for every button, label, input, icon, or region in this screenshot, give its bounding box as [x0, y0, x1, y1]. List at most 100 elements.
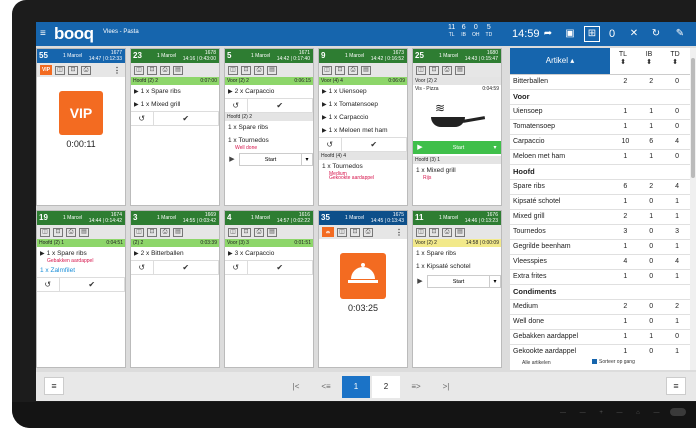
split-icon[interactable]: ◫: [416, 65, 426, 75]
done-check-icon[interactable]: ✔: [60, 278, 125, 291]
order-item[interactable]: ▶ 1 x Spare ribs: [131, 85, 219, 98]
article-row[interactable]: Gegrilde beenham 1 0 1: [510, 240, 690, 255]
undo-icon[interactable]: ↺: [225, 261, 248, 274]
split-icon[interactable]: ◫: [337, 227, 347, 237]
note-icon[interactable]: ▤: [173, 65, 183, 75]
refresh-icon[interactable]: ↻: [648, 26, 664, 42]
article-row[interactable]: Tournedos 3 0 3: [510, 225, 690, 240]
split-icon[interactable]: ◫: [228, 65, 238, 75]
print-icon[interactable]: ⎙: [160, 65, 170, 75]
move-icon[interactable]: ⊡: [68, 65, 78, 75]
ib-column-header[interactable]: IB ⬍: [636, 48, 662, 74]
done-check-icon[interactable]: ✔: [342, 138, 407, 151]
order-card-23[interactable]: 23 1 Marcel 1678 14:16 | 0:43:00 ◫ ⊡ ⎙ ▤ …: [130, 48, 220, 206]
note-icon[interactable]: ▤: [455, 65, 465, 75]
print-icon[interactable]: ⎙: [66, 227, 76, 237]
order-item-done[interactable]: 1 x Zalmfilet: [37, 264, 125, 277]
print-icon[interactable]: ⎙: [442, 227, 452, 237]
order-item[interactable]: ▶ 1 x Uiensoep: [319, 85, 407, 98]
scrollbar-thumb[interactable]: [691, 58, 695, 178]
print-icon[interactable]: ⎙: [363, 227, 373, 237]
print-icon[interactable]: ⎙: [81, 65, 91, 75]
order-card-5[interactable]: 5 1 Marcel 1671 14:42 | 0:17:40 ◫ ⊡ ⎙ ▤ V…: [224, 48, 314, 206]
split-icon[interactable]: ◫: [55, 65, 65, 75]
order-item[interactable]: ▶ 2 x Carpaccio: [225, 85, 313, 98]
play-icon[interactable]: ▶: [413, 275, 427, 288]
order-item[interactable]: ▶ 1 x Tomatensoep: [319, 98, 407, 111]
sort-by-course-toggle[interactable]: Sorteer op gang: [592, 359, 635, 365]
order-card-19[interactable]: 19 1 Marcel 1674 14:44 | 0:14:42 ◫ ⊡ ⎙ ▤ …: [36, 210, 126, 368]
print-icon[interactable]: ⎙: [160, 227, 170, 237]
start-button[interactable]: Start: [427, 275, 490, 288]
split-icon[interactable]: ◫: [322, 65, 332, 75]
order-item[interactable]: 1 x Kipsaté schotel: [413, 260, 501, 273]
next-page-icon[interactable]: ≡>: [402, 376, 430, 398]
grid-view-icon[interactable]: ⊞: [584, 26, 600, 42]
article-row[interactable]: Spare ribs 6 2 4: [510, 180, 690, 195]
left-menu-icon[interactable]: ≡: [44, 377, 64, 395]
done-check-icon[interactable]: ✔: [154, 261, 219, 274]
article-row[interactable]: Bitterballen 2 2 0: [510, 75, 690, 90]
order-card-11[interactable]: 11 1 Marcel 1676 14:46 | 0:13:23 ◫ ⊡ ⎙ ▤ …: [412, 210, 502, 368]
move-icon[interactable]: ⊡: [429, 227, 439, 237]
move-icon[interactable]: ⊡: [53, 227, 63, 237]
order-card-25[interactable]: 25 1 Marcel 1680 14:43 | 0:15:47 ◫ ⊡ ⎙ ▤ …: [412, 48, 502, 206]
order-item[interactable]: ▶ 1 x Mixed grill: [131, 98, 219, 111]
chevron-down-icon[interactable]: ▾: [490, 141, 501, 154]
order-card-55[interactable]: 55 1 Marcel 1677 14:47 | 0:12:33 VIP ◫ ⊡ …: [36, 48, 126, 206]
article-row[interactable]: Extra frites 1 0 1: [510, 270, 690, 285]
menu-icon[interactable]: ≡: [40, 29, 46, 39]
move-icon[interactable]: ⊡: [335, 65, 345, 75]
print-icon[interactable]: ⎙: [442, 65, 452, 75]
undo-icon[interactable]: ↺: [37, 278, 60, 291]
order-item[interactable]: ▶ 2 x Bitterballen: [131, 247, 219, 260]
undo-icon[interactable]: ↺: [131, 261, 154, 274]
article-row[interactable]: Carpaccio 10 6 4: [510, 135, 690, 150]
close-icon[interactable]: ✕: [626, 26, 642, 42]
first-page-icon[interactable]: |<: [282, 376, 310, 398]
order-item[interactable]: ▶ 1 x Meloen met ham: [319, 124, 407, 137]
order-card-4[interactable]: 4 1 Marcel 1616 14:57 | 0:02:22 ◫ ⊡ ⎙ ▤ V…: [224, 210, 314, 368]
order-card-35[interactable]: 35 1 Marcel 1675 14:45 | 0:13:43 ⌓ ◫ ⊡ ⎙ …: [318, 210, 408, 368]
article-row[interactable]: Medium 2 0 2: [510, 300, 690, 315]
article-row[interactable]: Tomatensoep 1 1 0: [510, 120, 690, 135]
done-check-icon[interactable]: ✔: [154, 112, 219, 125]
note-icon[interactable]: ▤: [455, 227, 465, 237]
move-icon[interactable]: ⊡: [350, 227, 360, 237]
play-icon[interactable]: ▶: [225, 153, 239, 166]
settings-icon[interactable]: ✎: [672, 26, 688, 42]
all-articles-label[interactable]: Alle artikelen: [522, 360, 551, 366]
print-icon[interactable]: ⎙: [348, 65, 358, 75]
done-check-icon[interactable]: ✔: [248, 261, 313, 274]
right-menu-icon[interactable]: ≡: [666, 377, 686, 395]
td-column-header[interactable]: TD ⬍: [662, 48, 688, 74]
split-icon[interactable]: ◫: [228, 227, 238, 237]
article-row[interactable]: Mixed grill 2 1 1: [510, 210, 690, 225]
move-icon[interactable]: ⊡: [241, 65, 251, 75]
move-icon[interactable]: ⊡: [429, 65, 439, 75]
move-icon[interactable]: ⊡: [147, 65, 157, 75]
undo-icon[interactable]: ↺: [319, 138, 342, 151]
article-row[interactable]: Uiensoep 1 1 0: [510, 105, 690, 120]
note-icon[interactable]: ▤: [173, 227, 183, 237]
split-icon[interactable]: ◫: [134, 65, 144, 75]
order-item[interactable]: 1 x Spare ribs: [413, 247, 501, 260]
note-icon[interactable]: ▤: [361, 65, 371, 75]
last-page-icon[interactable]: >|: [432, 376, 460, 398]
play-icon[interactable]: ▶: [413, 141, 427, 154]
note-icon[interactable]: ▤: [267, 65, 277, 75]
undo-icon[interactable]: ↺: [131, 112, 154, 125]
start-button[interactable]: Start: [239, 153, 302, 166]
screen-icon[interactable]: ▣: [562, 26, 578, 42]
undo-icon[interactable]: ↺: [225, 99, 248, 112]
order-card-3[interactable]: 3 1 Marcel 1669 14:55 | 0:03:42 ◫ ⊡ ⎙ ▤ (…: [130, 210, 220, 368]
more-icon[interactable]: ⋮: [395, 228, 403, 237]
order-item[interactable]: 1 x Spare ribs: [225, 121, 313, 134]
order-item[interactable]: ▶ 3 x Carpaccio: [225, 247, 313, 260]
article-row[interactable]: Vleesspies 4 0 4: [510, 255, 690, 270]
panel-scrollbar[interactable]: [690, 48, 696, 370]
note-icon[interactable]: ▤: [267, 227, 277, 237]
article-row[interactable]: Gebakken aardappel 1 1 0: [510, 330, 690, 345]
order-item[interactable]: ▶ 1 x Carpaccio: [319, 111, 407, 124]
article-row[interactable]: Well done 1 0 1: [510, 315, 690, 330]
